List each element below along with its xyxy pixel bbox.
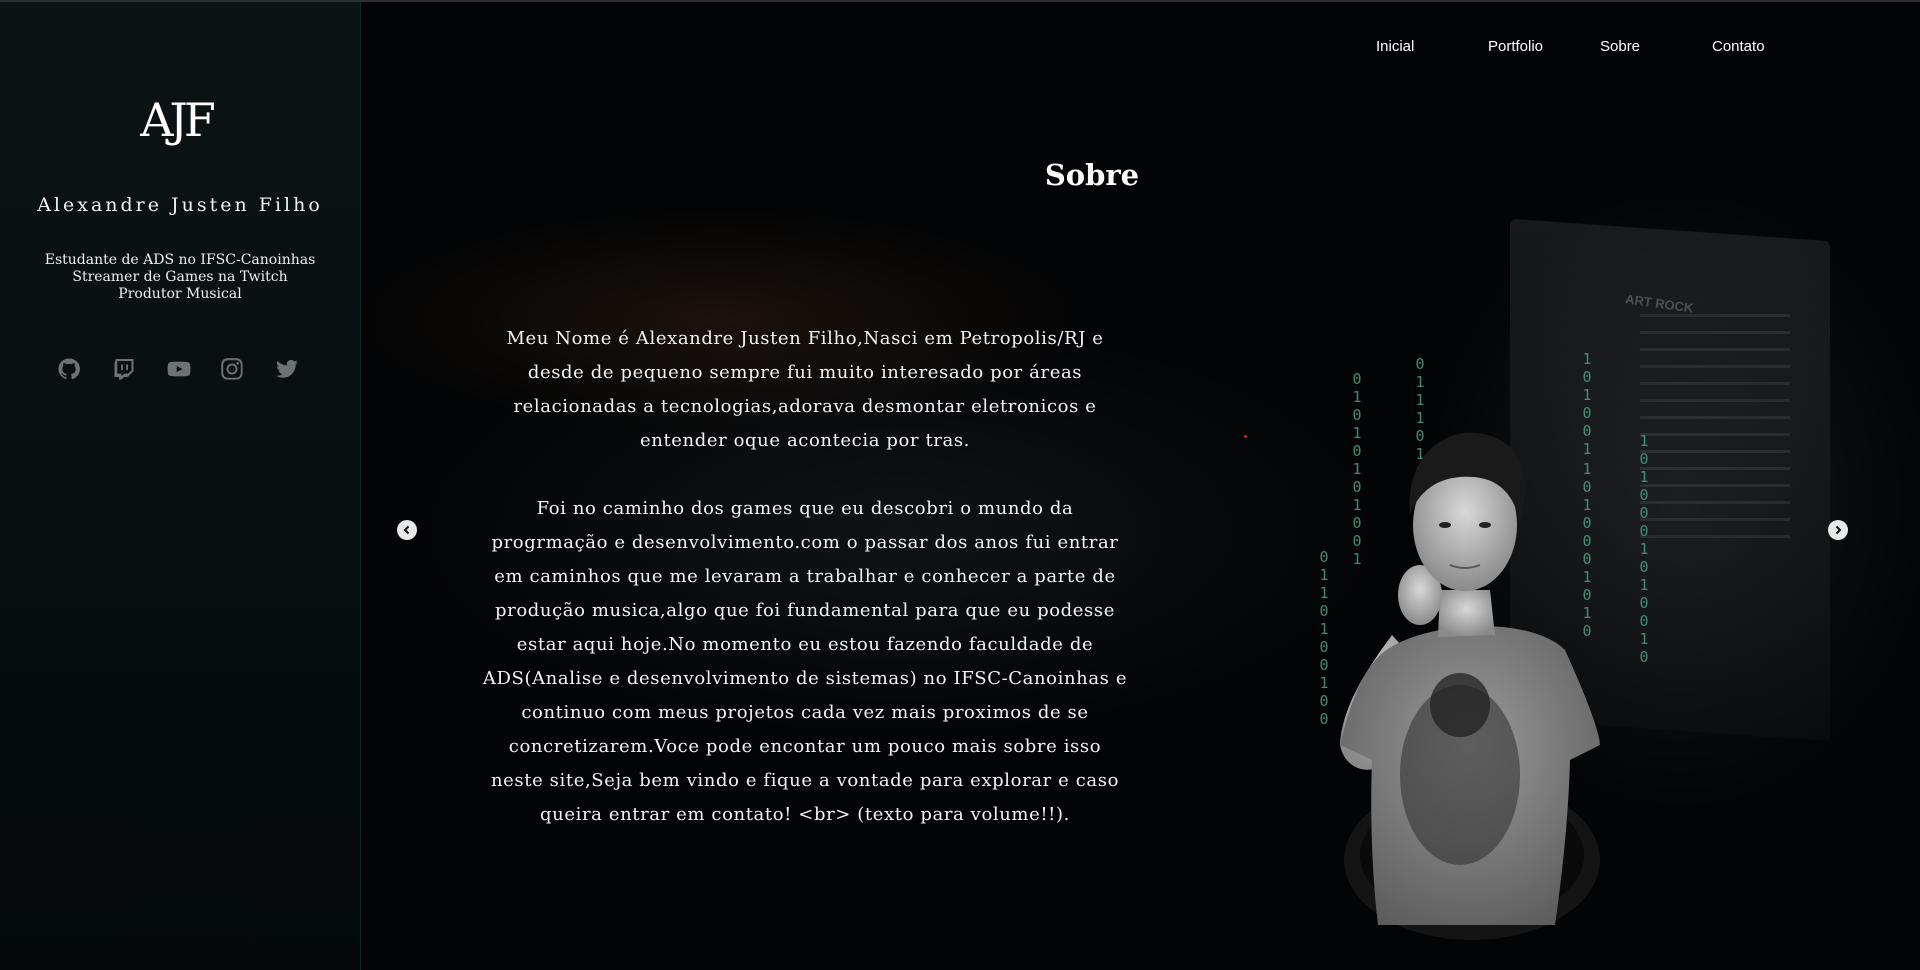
sidebar-bio: Estudante de ADS no IFSC-Canoinhas Strea… [0, 252, 360, 303]
twitter-icon[interactable] [274, 356, 300, 382]
carousel-prev-button[interactable] [397, 520, 417, 540]
instagram-icon[interactable] [219, 356, 245, 382]
about-text: Meu Nome é Alexandre Justen Filho,Nasci … [480, 322, 1130, 832]
about-paragraph: Meu Nome é Alexandre Justen Filho,Nasci … [506, 328, 1104, 451]
site-owner-name: Alexandre Justen Filho [37, 194, 323, 216]
background-monitor-rows [1640, 300, 1790, 552]
chevron-left-icon [403, 525, 410, 535]
chevron-right-icon [1835, 525, 1842, 535]
nav-link-portfolio[interactable]: Portfolio [1488, 38, 1543, 55]
sidebar: AJF Alexandre Justen Filho Estudante de … [0, 2, 361, 970]
top-navigation: Inicial Portfolio Sobre Contato [0, 38, 1920, 58]
about-paragraph: Foi no caminho dos games que eu descobri… [482, 498, 1128, 825]
carousel-next-button[interactable] [1828, 520, 1848, 540]
bio-line: Estudante de ADS no IFSC-Canoinhas [44, 252, 316, 268]
twitch-icon[interactable] [111, 356, 137, 382]
youtube-icon[interactable] [166, 356, 192, 382]
nav-link-sobre[interactable]: Sobre [1600, 38, 1640, 55]
nav-link-contato[interactable]: Contato [1712, 38, 1765, 55]
site-logo[interactable]: AJF [140, 84, 216, 156]
bio-line: Produtor Musical [118, 286, 242, 302]
nav-link-inicial[interactable]: Inicial [1376, 38, 1414, 55]
page-title: Sobre [1044, 158, 1140, 192]
github-icon[interactable] [56, 356, 82, 382]
bio-line: Streamer de Games na Twitch [72, 269, 288, 285]
profile-photo [1340, 432, 1600, 940]
background-red-light [1244, 435, 1247, 438]
